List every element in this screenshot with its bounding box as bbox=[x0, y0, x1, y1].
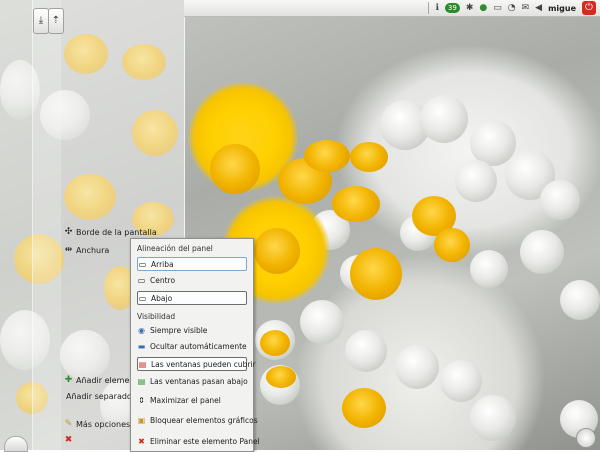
tray-separator bbox=[428, 2, 430, 14]
wallpaper-flower bbox=[258, 328, 298, 368]
auto-hide-option[interactable]: ▬ Ocultar automáticamente bbox=[137, 340, 247, 352]
windows-go-below-option[interactable]: ▤ Las ventanas pasan abajo bbox=[137, 375, 248, 387]
align-center-option[interactable]: ▭ Centro bbox=[137, 274, 245, 286]
maximize-panel-label: Maximizar el panel bbox=[150, 395, 221, 405]
resize-icon: ⇡ bbox=[51, 15, 61, 26]
wallpaper-flower bbox=[346, 244, 406, 304]
wallpaper-flower bbox=[404, 190, 474, 270]
align-top-label: Arriba bbox=[151, 259, 174, 269]
down-arrow-icon: ⤓ bbox=[38, 15, 44, 26]
auto-hide-icon: ▬ bbox=[137, 341, 146, 351]
width-icon: ⇹ bbox=[64, 245, 73, 255]
top-panel: ℹ 39 ✱ ● ▭ ◔ ✉ ◀ migue ⏻ bbox=[184, 0, 600, 17]
more-options-label: Más opciones bbox=[76, 420, 131, 429]
close-icon: ✖ bbox=[64, 435, 73, 445]
always-visible-label: Siempre visible bbox=[150, 325, 208, 335]
add-separator-button[interactable]: Añadir separador bbox=[66, 392, 135, 401]
align-top-option[interactable]: ▭ Arriba bbox=[137, 257, 247, 271]
auto-hide-label: Ocultar automáticamente bbox=[150, 341, 247, 351]
updates-badge[interactable]: 39 bbox=[444, 3, 460, 13]
wallpaper-flower bbox=[340, 386, 400, 436]
lock-icon: ▣ bbox=[137, 415, 146, 425]
remove-icon: ✖ bbox=[138, 436, 145, 446]
windows-can-cover-label: Las ventanas pueden cubrir bbox=[151, 359, 256, 369]
align-bottom-option[interactable]: ▭ Abajo bbox=[137, 291, 247, 305]
desktop-toolbox-button[interactable] bbox=[576, 428, 596, 448]
lock-widgets-option[interactable]: ▣ Bloquear elementos gráficos bbox=[137, 414, 258, 426]
maximize-icon: ⇕ bbox=[138, 395, 145, 405]
wallpaper-bud bbox=[395, 345, 439, 389]
wallpaper-bud bbox=[560, 280, 600, 320]
screen-edge-button[interactable]: ✣ Borde de la pantalla bbox=[64, 227, 157, 238]
align-center-label: Centro bbox=[150, 275, 176, 285]
wallpaper-bud bbox=[470, 250, 508, 288]
tools-icon: ✎ bbox=[64, 419, 73, 429]
align-center-icon: ▭ bbox=[137, 275, 146, 285]
info-icon[interactable]: ℹ bbox=[435, 3, 438, 13]
wallpaper-flower bbox=[300, 136, 390, 186]
username[interactable]: migue bbox=[548, 4, 576, 13]
close-panel-controller-button[interactable]: ✖ bbox=[64, 436, 73, 445]
width-label: Anchura bbox=[76, 246, 110, 255]
wallpaper-bud bbox=[300, 300, 344, 344]
mouse-cursor bbox=[238, 292, 244, 302]
add-separator-label: Añadir separador bbox=[66, 392, 136, 401]
wallpaper-bud bbox=[345, 330, 387, 372]
panel-toolbox bbox=[32, 0, 61, 450]
remove-panel-label: Eliminar este elemento Panel bbox=[150, 436, 260, 446]
move-icon: ✣ bbox=[64, 227, 73, 237]
wallpaper-bud bbox=[540, 180, 580, 220]
windows-cover-icon: ▤ bbox=[138, 359, 147, 369]
remove-panel-option[interactable]: ✖ Eliminar este elemento Panel bbox=[137, 435, 260, 447]
more-options-button[interactable]: ✎ Más opciones bbox=[64, 419, 131, 430]
power-icon[interactable]: ⏻ bbox=[582, 1, 596, 15]
windows-can-cover-option[interactable]: ▤ Las ventanas pueden cubrir bbox=[137, 357, 256, 371]
align-bottom-icon: ▭ bbox=[138, 293, 147, 303]
width-button[interactable]: ⇹ Anchura bbox=[64, 245, 110, 256]
always-visible-option[interactable]: ◉ Siempre visible bbox=[137, 324, 245, 336]
bluetooth-icon[interactable]: ✱ bbox=[466, 3, 474, 13]
plus-icon: ✚ bbox=[64, 375, 73, 385]
align-bottom-label: Abajo bbox=[151, 293, 173, 303]
system-tray: ℹ 39 ✱ ● ▭ ◔ ✉ ◀ migue ⏻ bbox=[428, 0, 600, 16]
wallpaper-bud bbox=[470, 395, 516, 441]
volume-icon[interactable]: ◀ bbox=[535, 3, 542, 13]
wallpaper-flower bbox=[262, 364, 302, 394]
wallpaper-bud bbox=[420, 95, 468, 143]
alignment-section-title: Alineación del panel bbox=[137, 244, 213, 253]
windows-go-below-label: Las ventanas pasan abajo bbox=[150, 376, 248, 386]
windows-below-icon: ▤ bbox=[137, 376, 146, 386]
panel-size-handle[interactable]: ⇡ bbox=[48, 8, 64, 34]
more-options-menu: Alineación del panel ▭ Arriba ▭ Centro ▭… bbox=[130, 238, 260, 452]
wallpaper-bud bbox=[520, 230, 564, 274]
align-top-icon: ▭ bbox=[138, 259, 147, 269]
mail-icon[interactable]: ✉ bbox=[522, 3, 530, 13]
screen-edge-label: Borde de la pantalla bbox=[76, 228, 157, 237]
visibility-section-title: Visibilidad bbox=[137, 312, 176, 321]
eye-icon: ◉ bbox=[138, 325, 145, 335]
wallpaper-bud bbox=[440, 360, 482, 402]
battery-icon[interactable]: ▭ bbox=[493, 3, 502, 13]
panel-height-handle[interactable]: ⤓ bbox=[33, 8, 49, 34]
lock-widgets-label: Bloquear elementos gráficos bbox=[150, 415, 258, 425]
wifi-icon[interactable]: ◔ bbox=[508, 3, 516, 13]
wallpaper-flower bbox=[330, 182, 390, 232]
maximize-panel-option[interactable]: ⇕ Maximizar el panel bbox=[137, 394, 245, 406]
network-manager-icon[interactable]: ● bbox=[479, 3, 487, 13]
wallpaper-bud bbox=[455, 160, 497, 202]
